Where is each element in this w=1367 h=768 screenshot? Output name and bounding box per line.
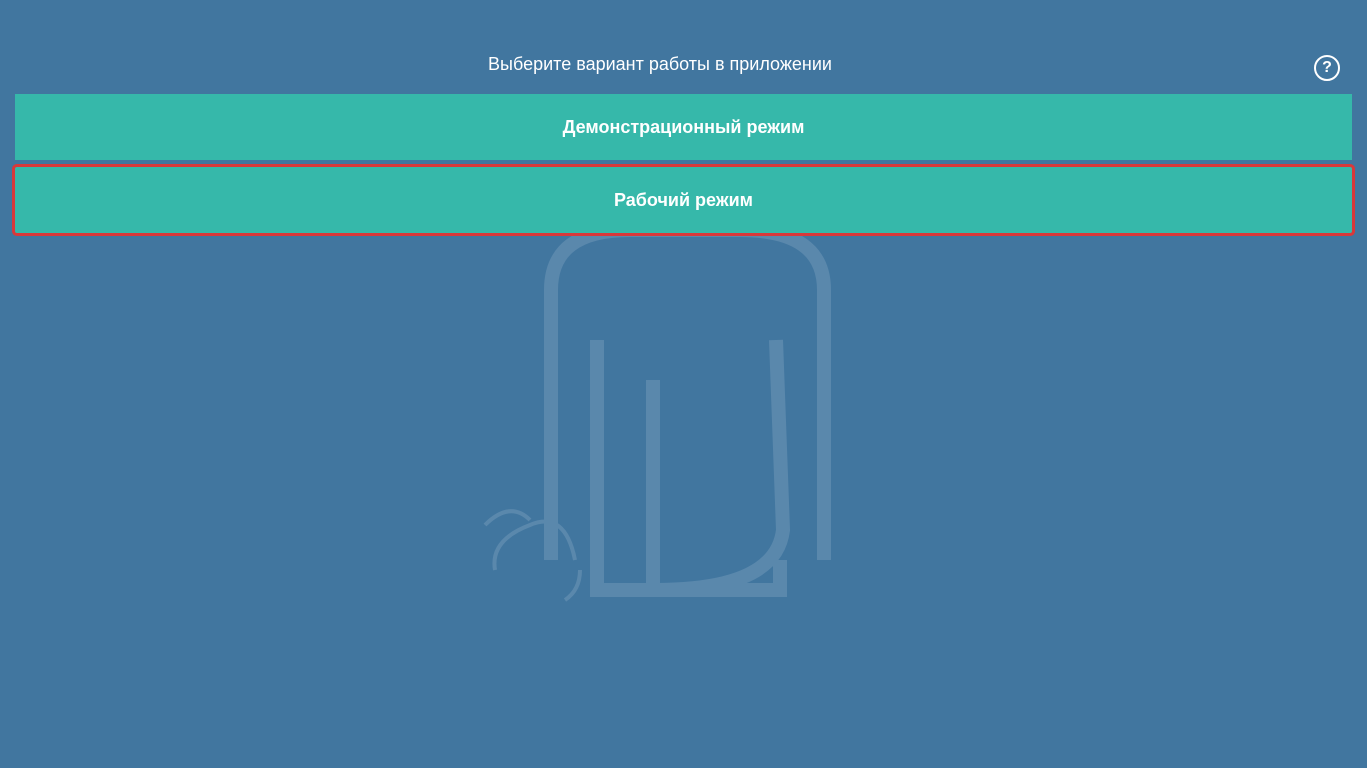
page-title: Выберите вариант работы в приложении: [488, 54, 832, 74]
mode-selection-screen: Выберите вариант работы в приложении ? Д…: [0, 0, 1367, 768]
demo-mode-button[interactable]: Демонстрационный режим: [15, 94, 1352, 160]
work-mode-button[interactable]: Рабочий режим: [15, 167, 1352, 233]
help-icon[interactable]: ?: [1314, 55, 1340, 81]
